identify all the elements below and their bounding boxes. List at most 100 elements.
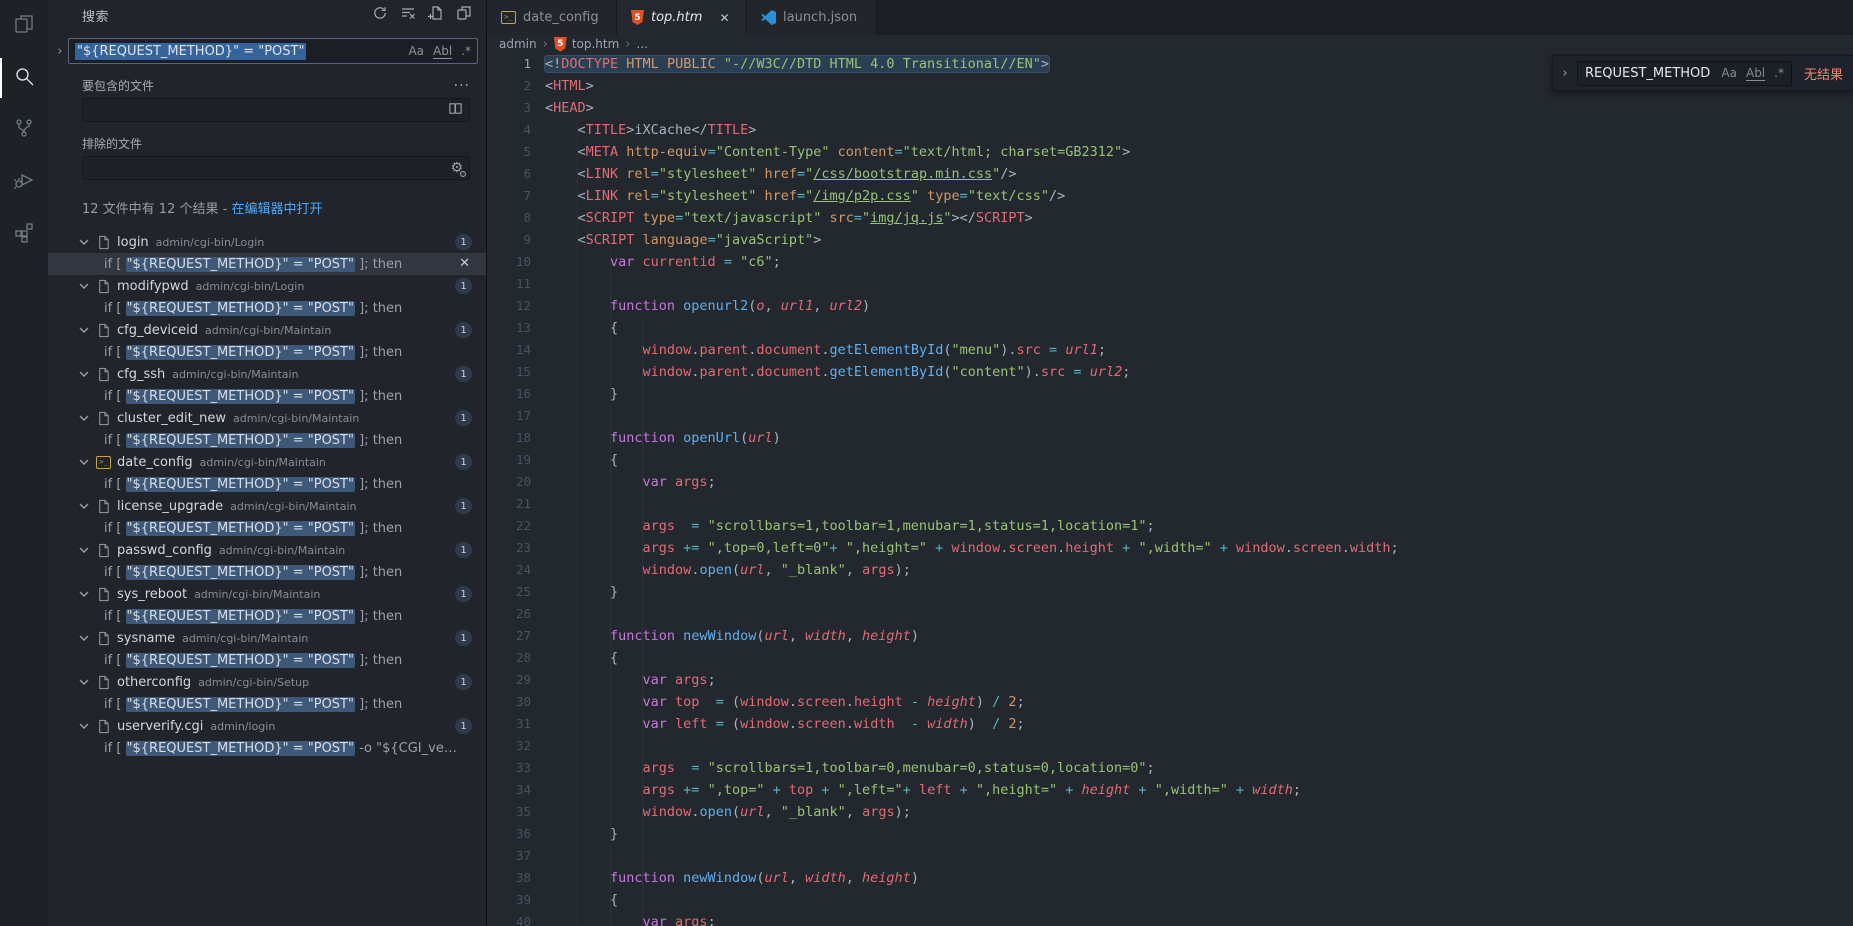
- chevron-down-icon[interactable]: [76, 366, 92, 382]
- dismiss-match-icon[interactable]: ✕: [459, 256, 470, 271]
- activity-explorer[interactable]: [0, 0, 48, 52]
- result-match-row[interactable]: if [ "${REQUEST_METHOD}" = "POST" ]; the…: [48, 693, 486, 715]
- line-number[interactable]: 37: [487, 845, 531, 867]
- line-number[interactable]: 27: [487, 625, 531, 647]
- open-new-editor-icon[interactable]: [456, 5, 472, 25]
- result-match-row[interactable]: if [ "${REQUEST_METHOD}" = "POST" ]; the…: [48, 253, 486, 275]
- line-number[interactable]: 8: [487, 207, 531, 229]
- find-input[interactable]: REQUEST_METHOD Aa Abl .*: [1577, 61, 1792, 86]
- result-file-row[interactable]: cfg_deviceidadmin/cgi-bin/Maintain1: [48, 319, 486, 341]
- chevron-down-icon[interactable]: [76, 718, 92, 734]
- breadcrumb-item-file[interactable]: 5top.htm: [554, 37, 619, 52]
- line-number[interactable]: 13: [487, 317, 531, 339]
- result-match-row[interactable]: if [ "${REQUEST_METHOD}" = "POST" ]; the…: [48, 605, 486, 627]
- line-number[interactable]: 33: [487, 757, 531, 779]
- chevron-down-icon[interactable]: [76, 542, 92, 558]
- tab-launch.json[interactable]: launch.json: [747, 0, 877, 35]
- line-number[interactable]: 19: [487, 449, 531, 471]
- result-match-row[interactable]: if [ "${REQUEST_METHOD}" = "POST" ]; the…: [48, 649, 486, 671]
- line-number[interactable]: 32: [487, 735, 531, 757]
- line-number[interactable]: 1: [487, 53, 531, 75]
- chevron-down-icon[interactable]: [76, 322, 92, 338]
- line-number[interactable]: 2: [487, 75, 531, 97]
- line-number[interactable]: 28: [487, 647, 531, 669]
- result-match-row[interactable]: if [ "${REQUEST_METHOD}" = "POST" ]; the…: [48, 517, 486, 539]
- code-area[interactable]: 1<!DOCTYPE HTML PUBLIC "-//W3C//DTD HTML…: [487, 53, 1853, 926]
- refresh-icon[interactable]: [372, 5, 388, 25]
- line-number[interactable]: 25: [487, 581, 531, 603]
- find-whole-word-icon[interactable]: Abl: [1746, 66, 1765, 81]
- chevron-down-icon[interactable]: [76, 498, 92, 514]
- line-number[interactable]: 15: [487, 361, 531, 383]
- result-file-row[interactable]: cfg_sshadmin/cgi-bin/Maintain1: [48, 363, 486, 385]
- line-number[interactable]: 36: [487, 823, 531, 845]
- line-number[interactable]: 11: [487, 273, 531, 295]
- close-icon[interactable]: ✕: [719, 11, 729, 25]
- result-match-row[interactable]: if [ "${REQUEST_METHOD}" = "POST" ]; the…: [48, 473, 486, 495]
- result-match-row[interactable]: if [ "${REQUEST_METHOD}" = "POST" ]; the…: [48, 341, 486, 363]
- result-file-row[interactable]: userverify.cgiadmin/login1: [48, 715, 486, 737]
- result-match-row[interactable]: if [ "${REQUEST_METHOD}" = "POST" ]; the…: [48, 385, 486, 407]
- chevron-down-icon[interactable]: [76, 454, 92, 470]
- result-file-row[interactable]: otherconfigadmin/cgi-bin/Setup1: [48, 671, 486, 693]
- chevron-down-icon[interactable]: [76, 234, 92, 250]
- breadcrumb-item-admin[interactable]: admin: [499, 37, 537, 51]
- whole-word-icon[interactable]: Abl: [433, 44, 452, 59]
- open-editors-book-icon[interactable]: [448, 101, 463, 120]
- line-number[interactable]: 26: [487, 603, 531, 625]
- new-search-editor-icon[interactable]: [428, 5, 444, 25]
- regex-icon[interactable]: .*: [461, 44, 471, 58]
- result-match-row[interactable]: if [ "${REQUEST_METHOD}" = "POST" ]; the…: [48, 429, 486, 451]
- line-number[interactable]: 20: [487, 471, 531, 493]
- chevron-down-icon[interactable]: [76, 410, 92, 426]
- line-number[interactable]: 5: [487, 141, 531, 163]
- line-number[interactable]: 38: [487, 867, 531, 889]
- result-file-row[interactable]: >_date_configadmin/cgi-bin/Maintain1: [48, 451, 486, 473]
- result-match-row[interactable]: if [ "${REQUEST_METHOD}" = "POST" -o "${…: [48, 737, 486, 759]
- line-number[interactable]: 9: [487, 229, 531, 251]
- result-file-row[interactable]: passwd_configadmin/cgi-bin/Maintain1: [48, 539, 486, 561]
- toggle-replace-chevron-icon[interactable]: ›: [52, 44, 68, 59]
- breadcrumb-item-symbol[interactable]: ...: [637, 37, 648, 51]
- result-file-row[interactable]: cluster_edit_newadmin/cgi-bin/Maintain1: [48, 407, 486, 429]
- files-exclude-input[interactable]: ⚙: [82, 156, 470, 180]
- activity-run-debug[interactable]: [0, 156, 48, 208]
- search-input[interactable]: "${REQUEST_METHOD}" = "POST" Aa Abl .*: [68, 38, 478, 64]
- result-match-row[interactable]: if [ "${REQUEST_METHOD}" = "POST" ]; the…: [48, 297, 486, 319]
- find-match-case-icon[interactable]: Aa: [1721, 66, 1737, 80]
- line-number[interactable]: 24: [487, 559, 531, 581]
- line-number[interactable]: 17: [487, 405, 531, 427]
- line-number[interactable]: 14: [487, 339, 531, 361]
- line-number[interactable]: 23: [487, 537, 531, 559]
- result-file-row[interactable]: modifypwdadmin/cgi-bin/Login1: [48, 275, 486, 297]
- files-include-input[interactable]: [82, 98, 470, 122]
- line-number[interactable]: 18: [487, 427, 531, 449]
- line-number[interactable]: 39: [487, 889, 531, 911]
- line-number[interactable]: 31: [487, 713, 531, 735]
- activity-extensions[interactable]: [0, 208, 48, 260]
- line-number[interactable]: 7: [487, 185, 531, 207]
- line-number[interactable]: 22: [487, 515, 531, 537]
- find-toggle-replace-icon[interactable]: ›: [1557, 66, 1573, 81]
- line-number[interactable]: 12: [487, 295, 531, 317]
- line-number[interactable]: 34: [487, 779, 531, 801]
- line-number[interactable]: 35: [487, 801, 531, 823]
- chevron-down-icon[interactable]: [76, 630, 92, 646]
- line-number[interactable]: 21: [487, 493, 531, 515]
- result-file-row[interactable]: license_upgradeadmin/cgi-bin/Maintain1: [48, 495, 486, 517]
- open-in-editor-link[interactable]: 在编辑器中打开: [231, 202, 322, 217]
- chevron-down-icon[interactable]: [76, 586, 92, 602]
- match-case-icon[interactable]: Aa: [408, 44, 424, 58]
- line-number[interactable]: 10: [487, 251, 531, 273]
- result-file-row[interactable]: sys_rebootadmin/cgi-bin/Maintain1: [48, 583, 486, 605]
- chevron-down-icon[interactable]: [76, 278, 92, 294]
- activity-source-control[interactable]: [0, 104, 48, 156]
- toggle-search-details-icon[interactable]: ···: [454, 83, 470, 89]
- line-number[interactable]: 40: [487, 911, 531, 926]
- chevron-down-icon[interactable]: [76, 674, 92, 690]
- line-number[interactable]: 29: [487, 669, 531, 691]
- line-number[interactable]: 6: [487, 163, 531, 185]
- result-match-row[interactable]: if [ "${REQUEST_METHOD}" = "POST" ]; the…: [48, 561, 486, 583]
- tab-top.htm[interactable]: 5top.htm✕: [617, 0, 747, 35]
- result-file-row[interactable]: sysnameadmin/cgi-bin/Maintain1: [48, 627, 486, 649]
